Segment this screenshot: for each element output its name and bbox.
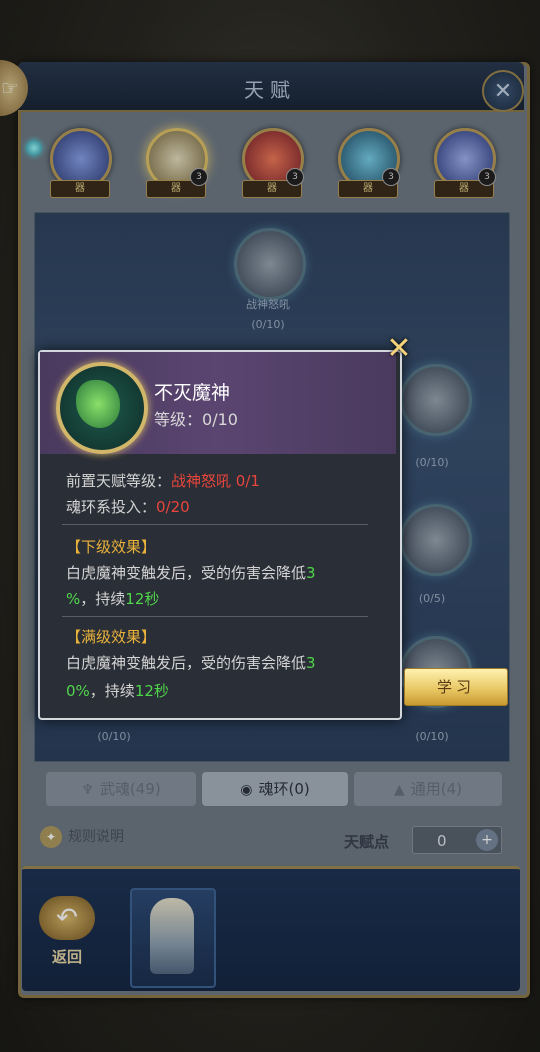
next-effect-line2: %，持续12秒	[66, 590, 160, 608]
next-effect-line1: 白虎魔神变触发后，受的伤害会降低3	[66, 564, 316, 582]
skill-icon-frame	[56, 362, 148, 454]
invest-value: 0/20	[156, 498, 190, 516]
close-x-icon: ✕	[386, 331, 412, 366]
max-effect-title: 【满级效果】	[66, 628, 157, 646]
skill-level: 等级：0/10	[154, 410, 238, 429]
max-effect-line2: 0%，持续12秒	[66, 682, 169, 700]
next-effect-title: 【下级效果】	[66, 538, 157, 556]
learn-button[interactable]: 学习	[404, 668, 508, 706]
prereq-value: 战神怒吼 0/1	[171, 472, 260, 490]
invest-line: 魂环系投入：0/20	[66, 496, 190, 517]
popup-close-button[interactable]: ✕	[384, 334, 414, 364]
prereq-label: 前置天赋等级：	[66, 472, 172, 490]
divider	[62, 616, 368, 617]
divider	[62, 524, 368, 525]
max-effect-line1: 白虎魔神变触发后，受的伤害会降低3	[66, 654, 316, 672]
invest-label: 魂环系投入：	[66, 498, 157, 516]
skill-name: 不灭魔神	[154, 382, 231, 404]
skill-icon	[76, 380, 120, 428]
prereq-line: 前置天赋等级：战神怒吼 0/1	[66, 470, 260, 491]
